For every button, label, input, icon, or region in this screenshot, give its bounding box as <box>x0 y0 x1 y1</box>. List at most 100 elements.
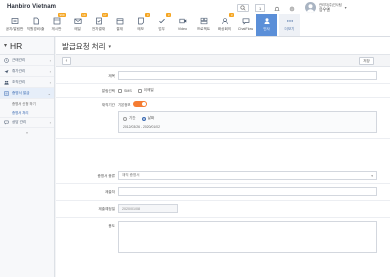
app-board[interactable]: 999 게시판 <box>46 13 67 36</box>
app-label: 직원경비/출 <box>26 27 45 31</box>
app-label: 화상회의 <box>217 27 232 31</box>
chevron-down-icon[interactable]: ▾ <box>108 44 111 50</box>
period-row: 재직기간 기본정보 기간 날짜 2012/03/26 - 2020/01/02 <box>56 98 390 139</box>
approval-icon <box>94 16 103 25</box>
project-icon <box>199 16 208 25</box>
chevron-up-icon: « <box>25 129 29 135</box>
app-notice[interactable]: 공지/알림판 <box>4 14 25 36</box>
user-name: 응우옌 <box>319 6 331 12</box>
app-mail[interactable]: 19 메일 <box>67 13 88 36</box>
subject-row: 제목 <box>56 68 390 84</box>
app-task[interactable]: 3 업무 <box>151 13 172 36</box>
sidebar-item-certificate[interactable]: 증명서 발급 ⌄ <box>0 88 54 99</box>
sidebar-item-label: 휴가관리 <box>12 68 26 73</box>
search-button[interactable] <box>237 4 249 12</box>
clock-icon <box>4 57 9 63</box>
sidebar-item-label: 상담 관리 <box>12 120 27 124</box>
back-button[interactable]: ‹ <box>62 57 71 65</box>
sidebar-subitem-process[interactable]: 증명서 처리 <box>0 108 54 117</box>
purpose-label: 용도 <box>108 224 115 228</box>
sms-label: SMS <box>124 88 132 93</box>
app-more[interactable]: 더보기 <box>279 14 300 36</box>
document-icon <box>31 16 40 25</box>
top-bar: Hanbiro Vietnam 공지/알림판 직원경비/출 999 게시판 19… <box>0 0 390 37</box>
sidebar-item-organization[interactable]: 조직관리 › <box>0 77 54 88</box>
period-range-label: 기간 <box>129 116 136 120</box>
badge: 3 <box>229 13 234 17</box>
app-launcher: 공지/알림판 직원경비/출 999 게시판 19 메일 17 전자결재 결재 3 <box>4 13 300 36</box>
app-calendar[interactable]: 결재 <box>109 14 130 36</box>
save-button[interactable]: 저장 <box>359 57 374 65</box>
user-info: 관리자(주)인사팀 응우옌 <box>319 3 342 12</box>
date-label: 제출예정일 <box>98 207 115 211</box>
bell-icon[interactable] <box>274 0 280 17</box>
badge: 3 <box>166 13 171 17</box>
email-label: 이메일 <box>143 88 154 92</box>
sidebar: ▾ HR 근태관리 › 휴가관리 › 조직관리 › 증명서 발급 ⌄ 증명서 신… <box>0 37 55 277</box>
app-video[interactable]: Video <box>172 14 193 36</box>
app-memo[interactable]: 3 메모 <box>130 13 151 36</box>
app-project[interactable]: 프로젝트 <box>193 14 214 36</box>
app-label: 게시판 <box>51 27 62 31</box>
back-arrow-icon: ‹ <box>65 58 68 64</box>
period-dates: 2012/03/26 - 2020/01/02 <box>123 125 160 129</box>
notification-count[interactable]: 1 <box>255 4 266 12</box>
brand-name[interactable]: Hanbiro Vietnam <box>7 4 56 10</box>
avatar <box>305 2 316 13</box>
period-options: 기간 날짜 <box>123 116 160 121</box>
period-range-radio[interactable]: 기간 <box>123 116 136 121</box>
toolbar: ‹ 저장 <box>56 54 390 67</box>
date-input[interactable]: 2020/01/08 <box>118 204 178 213</box>
type-row: 증명서 종류 재직 증명서 ▾ <box>56 168 390 184</box>
collapse-sidebar-button[interactable]: « <box>0 128 54 136</box>
app-hr[interactable]: 인사 <box>256 14 277 36</box>
app-label: 메모 <box>137 27 144 31</box>
app-label: ChatFlow <box>237 27 254 31</box>
app-chatflow[interactable]: ChatFlow <box>235 14 256 36</box>
sidebar-item-leave[interactable]: 휴가관리 › <box>0 66 54 77</box>
search-icon <box>240 5 246 11</box>
sms-checkbox[interactable]: SMS <box>118 88 132 93</box>
submit-to-label: 제출처 <box>105 190 115 194</box>
sidebar-item-attendance[interactable]: 근태관리 › <box>0 55 54 66</box>
gear-icon[interactable] <box>289 0 295 17</box>
chevron-right-icon: › <box>49 68 51 74</box>
app-label: 공지/알림판 <box>5 27 24 31</box>
purpose-row: 용도 <box>56 218 390 256</box>
app-label: 결재 <box>116 27 123 31</box>
submit-to-row: 제출처 <box>56 184 390 201</box>
app-expense[interactable]: 직원경비/출 <box>25 14 46 36</box>
chevron-right-icon: › <box>49 79 51 85</box>
certificate-type-select[interactable]: 재직 증명서 ▾ <box>118 171 377 180</box>
email-checkbox[interactable]: 이메일 <box>137 88 154 93</box>
badge: 3 <box>145 13 150 17</box>
app-meeting[interactable]: 3 화상회의 <box>214 13 235 36</box>
default-period-toggle[interactable] <box>133 101 148 107</box>
subject-input[interactable] <box>118 71 377 80</box>
subject-label: 제목 <box>108 74 115 78</box>
sidebar-item-label: 조직관리 <box>12 79 26 84</box>
submit-to-input[interactable] <box>118 187 377 196</box>
certificate-icon <box>4 90 9 96</box>
more-label: 더보기 <box>284 27 295 31</box>
user-menu[interactable]: 관리자(주)인사팀 응우옌 ▾ <box>305 2 347 13</box>
purpose-textarea[interactable] <box>118 221 377 253</box>
board-icon <box>52 16 61 25</box>
period-box: 기간 날짜 2012/03/26 - 2020/01/02 <box>118 111 377 133</box>
app-label: 메일 <box>74 27 81 31</box>
badge: 19 <box>80 13 87 17</box>
default-period-label: 기본정보 <box>118 102 131 107</box>
notify-options: SMS 이메일 <box>118 88 160 93</box>
sidebar-subitem-request[interactable]: 증명서 신청 하기 <box>0 99 54 108</box>
badge: 17 <box>101 13 108 17</box>
hr-icon <box>262 16 271 25</box>
notice-icon <box>10 16 19 25</box>
page-title: 발급요청 처리 ▾ <box>62 41 111 52</box>
main-content: 발급요청 처리 ▾ ‹ 저장 제목 알림선택 SMS 이메일 재직기간 기본정보 <box>56 37 390 277</box>
app-approval[interactable]: 17 전자결재 <box>88 13 109 36</box>
sidebar-item-counseling[interactable]: 상담 관리 › <box>0 117 54 128</box>
more-icon <box>285 16 294 25</box>
chevron-down-icon[interactable]: ▾ <box>4 42 7 49</box>
period-date-radio[interactable]: 날짜 <box>141 116 154 121</box>
chevron-right-icon: › <box>49 120 51 125</box>
